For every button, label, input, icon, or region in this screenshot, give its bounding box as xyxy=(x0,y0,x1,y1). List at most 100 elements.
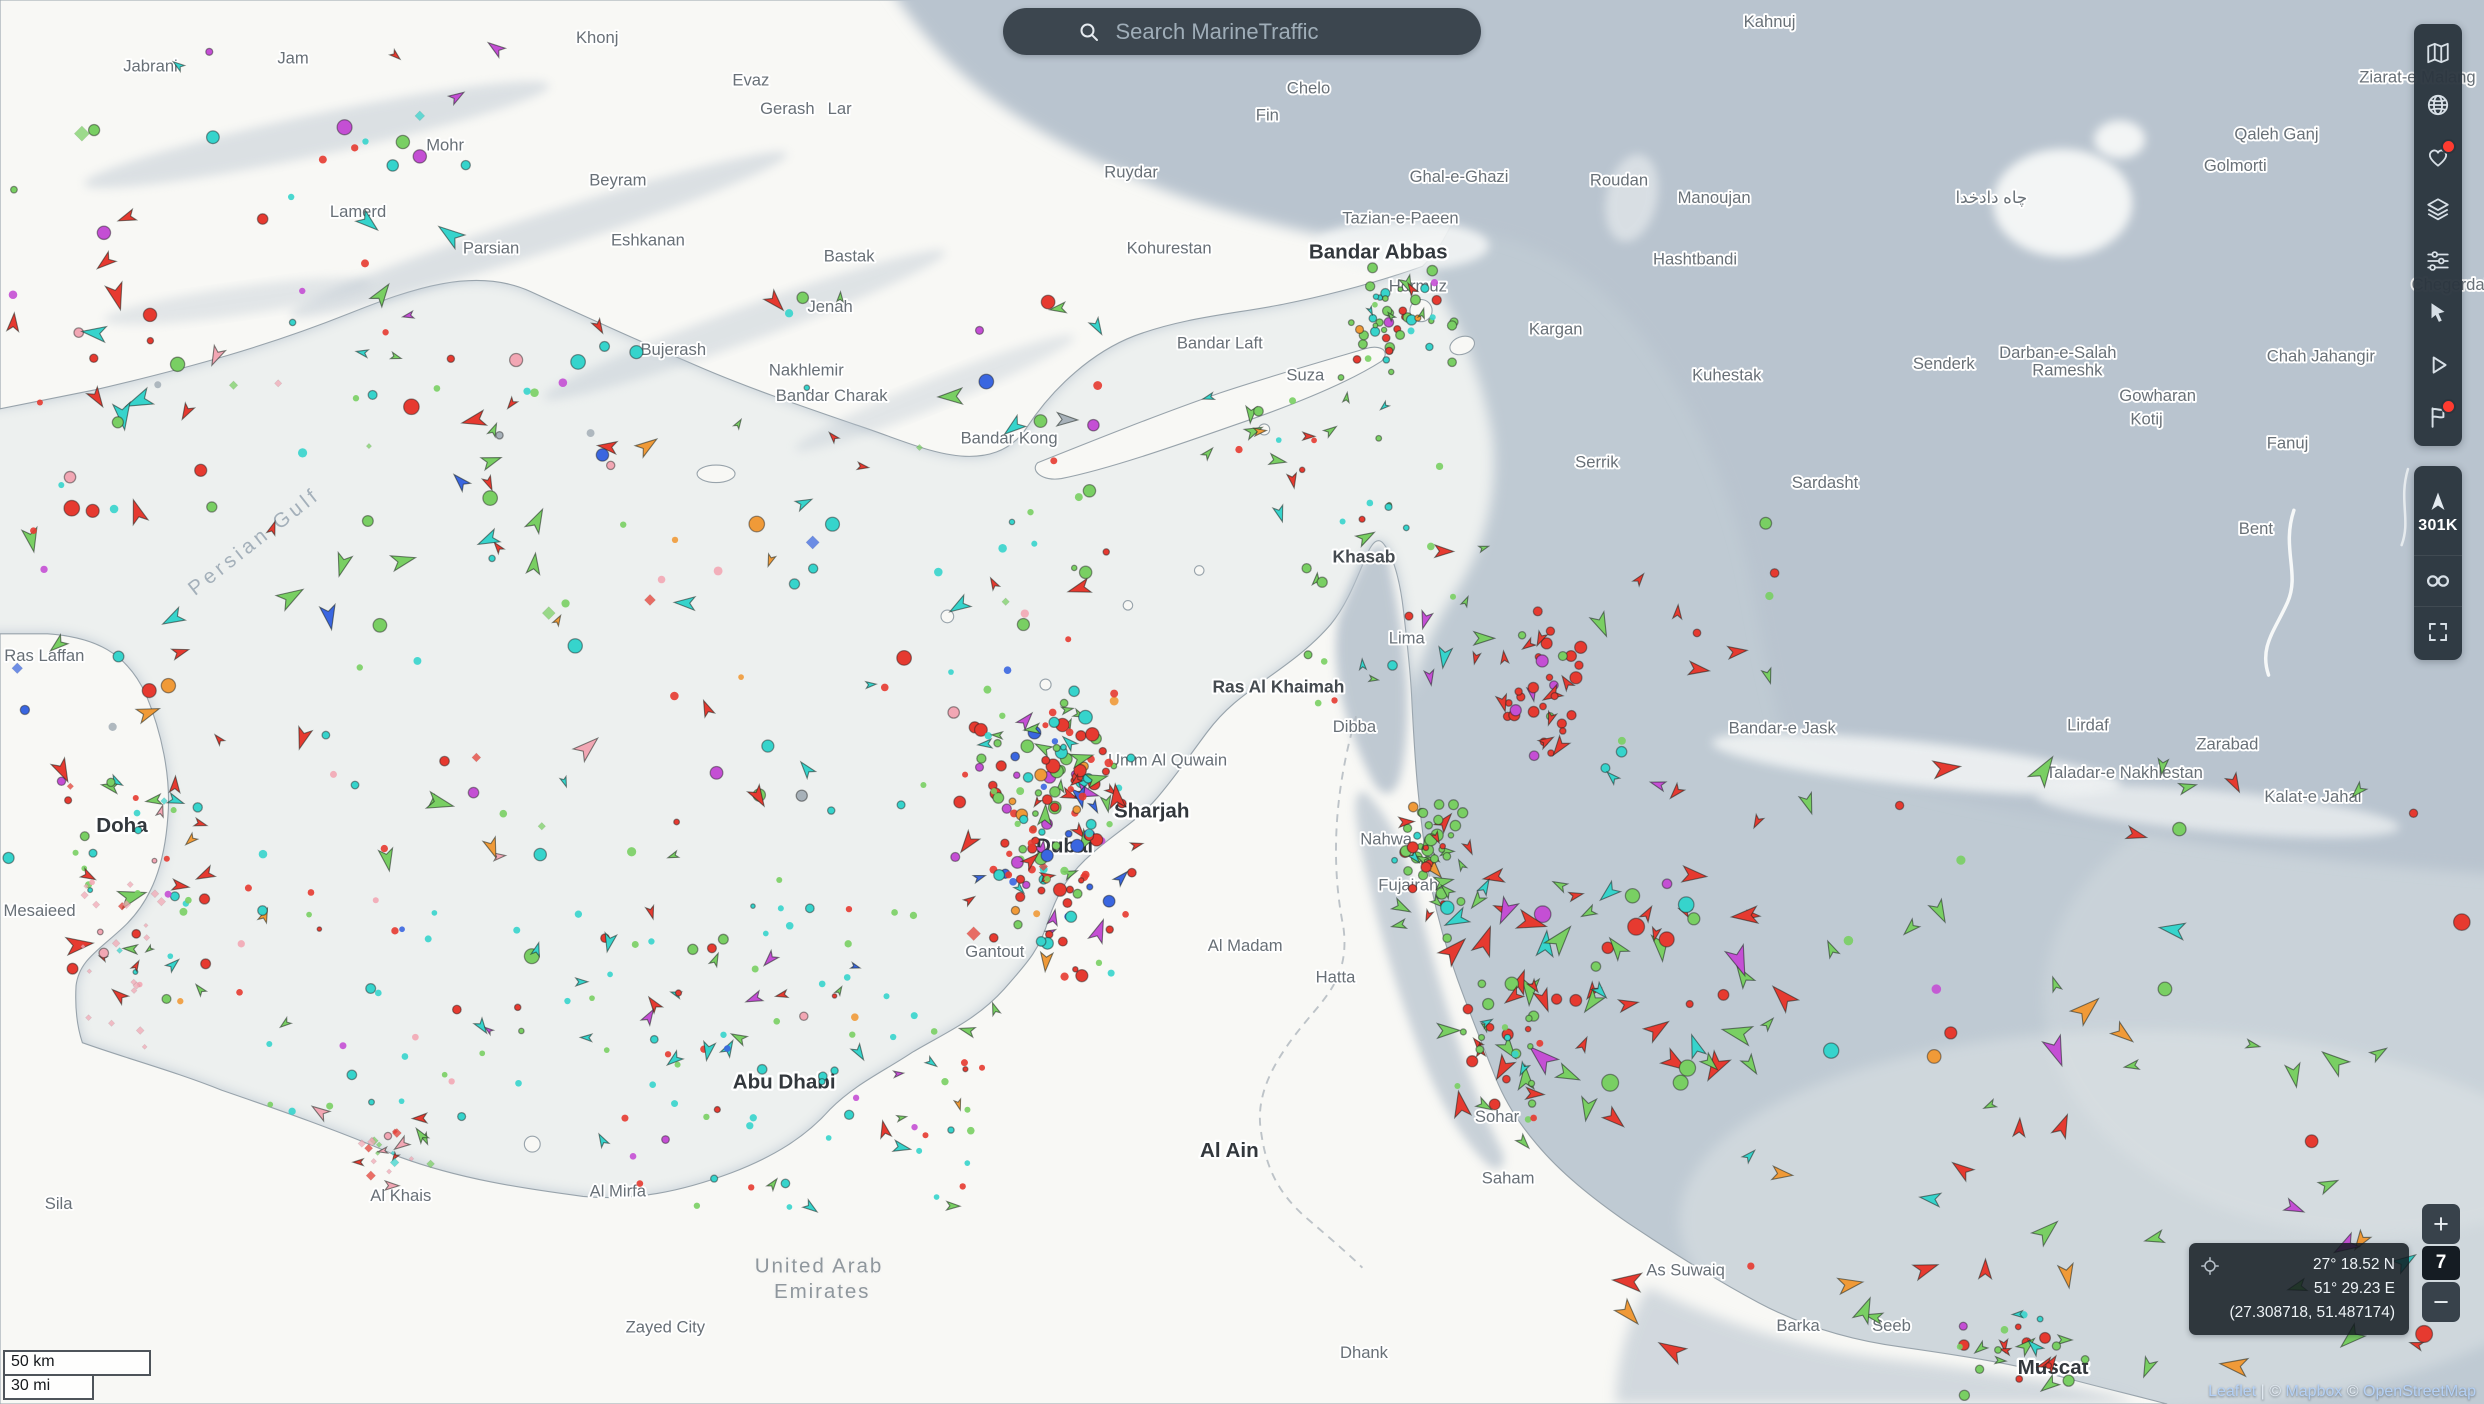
vessel-marker[interactable] xyxy=(804,385,809,390)
vessel-marker[interactable] xyxy=(1557,719,1566,728)
vessel-marker[interactable] xyxy=(596,449,608,461)
vessel-marker[interactable] xyxy=(1718,989,1729,1000)
vessel-marker[interactable] xyxy=(1662,879,1672,889)
vessel-marker[interactable] xyxy=(1441,901,1454,914)
filters-button[interactable] xyxy=(2414,235,2462,287)
vessel-marker[interactable] xyxy=(826,517,840,531)
vessel-marker[interactable] xyxy=(1006,851,1012,857)
vessel-marker[interactable] xyxy=(73,850,79,856)
vessel-marker[interactable] xyxy=(1408,885,1416,893)
vessel-marker[interactable] xyxy=(941,1078,948,1085)
vessel-marker[interactable] xyxy=(1049,709,1057,717)
vessel-marker[interactable] xyxy=(853,1095,859,1101)
vessel-marker[interactable] xyxy=(530,388,539,397)
vessel-marker[interactable] xyxy=(1510,705,1521,716)
vessel-marker[interactable] xyxy=(967,1127,975,1135)
vessel-marker[interactable] xyxy=(1315,700,1322,707)
vessel-marker[interactable] xyxy=(1122,911,1129,918)
vessel-marker[interactable] xyxy=(809,564,818,573)
vessel-marker[interactable] xyxy=(207,502,217,512)
vessel-marker[interactable] xyxy=(37,399,43,405)
vessel-marker[interactable] xyxy=(1518,632,1525,639)
vessel-marker[interactable] xyxy=(2173,822,2186,835)
vessel-marker[interactable] xyxy=(1065,636,1071,642)
vessel-marker[interactable] xyxy=(1071,839,1084,852)
vessel-marker[interactable] xyxy=(1033,811,1039,817)
vessel-marker[interactable] xyxy=(1528,682,1538,692)
vessel-marker[interactable] xyxy=(1053,744,1060,751)
vessel-marker[interactable] xyxy=(977,754,986,763)
vessel-marker[interactable] xyxy=(1009,798,1016,805)
vessel-marker[interactable] xyxy=(890,1034,896,1040)
vessel-marker[interactable] xyxy=(164,856,170,862)
vessel-marker[interactable] xyxy=(1086,728,1099,741)
vessel-marker[interactable] xyxy=(964,1160,970,1166)
vessel-marker[interactable] xyxy=(80,832,89,841)
vessel-marker[interactable] xyxy=(806,904,815,913)
vessel-marker[interactable] xyxy=(962,772,968,778)
vessel-marker[interactable] xyxy=(675,990,681,996)
vessel-marker[interactable] xyxy=(587,429,595,437)
vessel-marker[interactable] xyxy=(1448,833,1453,838)
leaflet-link[interactable]: Leaflet xyxy=(2208,1383,2256,1400)
vessel-marker[interactable] xyxy=(1072,565,1077,570)
vessel-marker[interactable] xyxy=(630,1153,637,1160)
vessel-marker[interactable] xyxy=(206,48,213,55)
vessel-marker[interactable] xyxy=(1016,892,1025,901)
vessel-marker[interactable] xyxy=(845,940,852,947)
vessel-marker[interactable] xyxy=(751,904,755,908)
vessel-marker[interactable] xyxy=(369,1099,375,1105)
vessel-marker[interactable] xyxy=(1050,803,1059,812)
vessel-marker[interactable] xyxy=(910,912,917,919)
vessel-marker[interactable] xyxy=(671,1100,678,1107)
vessel-marker[interactable] xyxy=(1688,913,1700,925)
vessel-marker[interactable] xyxy=(1023,773,1033,783)
vessel-marker[interactable] xyxy=(337,120,352,135)
vessel-marker[interactable] xyxy=(299,288,305,294)
vessel-marker[interactable] xyxy=(1086,819,1096,829)
vessel-marker[interactable] xyxy=(1536,1040,1543,1047)
vessel-marker[interactable] xyxy=(748,1184,754,1190)
vessel-marker[interactable] xyxy=(979,1065,985,1071)
vessel-marker[interactable] xyxy=(162,995,171,1004)
vessel-marker[interactable] xyxy=(951,853,960,862)
vessel-marker[interactable] xyxy=(489,555,495,561)
vessel-marker[interactable] xyxy=(948,669,954,675)
vessel-marker[interactable] xyxy=(1436,463,1443,470)
vessel-marker[interactable] xyxy=(920,782,926,788)
vessel-marker[interactable] xyxy=(1311,438,1317,444)
vessel-marker[interactable] xyxy=(776,877,782,883)
vessel-marker[interactable] xyxy=(1039,829,1045,835)
vessel-marker[interactable] xyxy=(1383,296,1389,302)
vessel-marker[interactable] xyxy=(1353,356,1361,364)
vessel-marker[interactable] xyxy=(1381,327,1386,332)
vessel-marker[interactable] xyxy=(604,1047,610,1053)
vessel-marker[interactable] xyxy=(621,1115,628,1122)
vessel-marker[interactable] xyxy=(396,135,409,148)
vessel-marker[interactable] xyxy=(1103,549,1109,555)
vessel-marker[interactable] xyxy=(1060,699,1068,707)
vessel-marker[interactable] xyxy=(362,138,368,144)
vessel-marker[interactable] xyxy=(662,1136,670,1144)
measure-cursor-button[interactable] xyxy=(2414,287,2462,339)
vessel-marker[interactable] xyxy=(1405,612,1413,620)
vessel-marker[interactable] xyxy=(627,847,636,856)
vessel-marker[interactable] xyxy=(1427,543,1435,551)
vessel-marker[interactable] xyxy=(1478,980,1486,988)
vessel-marker[interactable] xyxy=(844,974,851,981)
vessel-marker[interactable] xyxy=(1002,804,1011,813)
vessel-marker[interactable] xyxy=(1959,1322,1967,1330)
vessel-marker[interactable] xyxy=(1408,327,1415,334)
vessel-marker[interactable] xyxy=(207,131,220,144)
vessel-marker[interactable] xyxy=(382,329,388,335)
vessel-marker[interactable] xyxy=(113,651,124,662)
vessel-marker[interactable] xyxy=(413,657,421,665)
vessel-marker[interactable] xyxy=(236,989,243,996)
vessel-marker[interactable] xyxy=(1348,320,1354,326)
vessel-marker[interactable] xyxy=(432,910,438,916)
vessel-marker[interactable] xyxy=(381,845,388,852)
vessel-marker[interactable] xyxy=(911,1124,917,1130)
vessel-marker[interactable] xyxy=(670,692,679,701)
vessel-marker[interactable] xyxy=(589,995,595,1001)
vessel-marker[interactable] xyxy=(112,417,123,428)
